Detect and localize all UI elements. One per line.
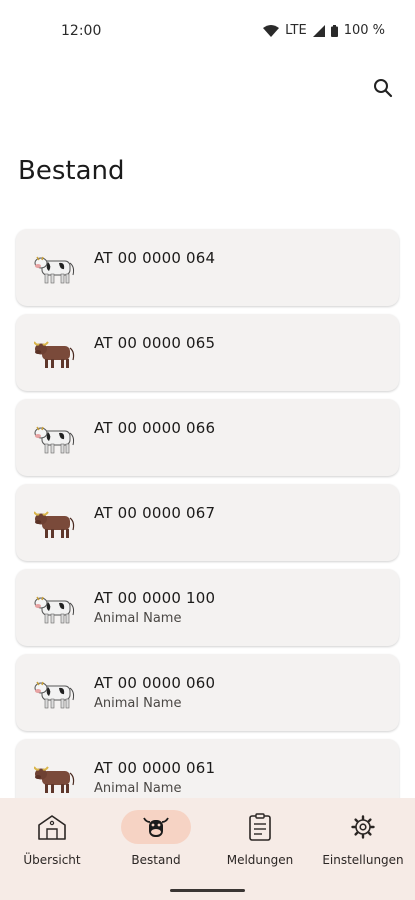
bull-icon [34,511,75,538]
bottom-navigation: Übersicht Bestand Meldungen Einstellunge… [0,798,415,900]
cow-icon [34,256,75,284]
nav-label: Bestand [131,853,181,867]
animal-name: Animal Name [94,611,182,626]
nav-label: Meldungen [226,853,294,867]
cow-icon [34,426,75,454]
battery-icon [330,24,338,37]
nav-item-meldungen[interactable]: Meldungen [208,798,312,900]
nav-item-uebersicht[interactable]: Übersicht [0,798,104,900]
wifi-icon [263,24,280,37]
animal-name: Animal Name [94,696,182,711]
animal-list: AT 00 0000 064 AT 00 0000 065 AT 00 0000… [16,229,399,824]
animal-tag: AT 00 0000 060 [94,674,216,692]
search-button[interactable] [369,74,397,102]
animal-tag: AT 00 0000 065 [94,334,216,352]
page-title: Bestand [18,156,125,186]
nav-item-einstellungen[interactable]: Einstellungen [311,798,415,900]
signal-icon [312,24,325,37]
nav-label: Übersicht [23,853,81,867]
status-time: 12:00 [61,23,102,39]
search-icon [374,79,393,98]
gear-icon [351,815,375,839]
animal-card[interactable]: AT 00 0000 067 [16,484,399,561]
animal-card[interactable]: AT 00 0000 065 [16,314,399,391]
status-bar: 12:00 LTE 100 % [0,0,415,64]
home-indicator[interactable] [170,889,245,892]
barn-icon [38,815,66,840]
battery-level: 100 % [343,23,385,38]
bull-icon [34,766,75,793]
animal-card[interactable]: AT 00 0000 066 [16,399,399,476]
animal-name: Animal Name [94,781,182,796]
status-icons: LTE 100 % [263,23,385,38]
animal-tag: AT 00 0000 066 [94,419,216,437]
animal-card[interactable]: AT 00 0000 100 Animal Name [16,569,399,646]
animal-tag: AT 00 0000 100 [94,589,216,607]
nav-item-bestand[interactable]: Bestand [104,798,208,900]
nav-label: Einstellungen [322,853,404,867]
animal-tag: AT 00 0000 064 [94,249,216,267]
bull-icon [34,341,75,368]
animal-tag: AT 00 0000 067 [94,504,216,522]
animal-card[interactable]: AT 00 0000 060 Animal Name [16,654,399,731]
cow-face-icon [143,817,169,837]
clipboard-icon [249,813,271,841]
animal-tag: AT 00 0000 061 [94,759,216,777]
network-type: LTE [285,23,307,38]
cow-icon [34,681,75,709]
animal-card[interactable]: AT 00 0000 064 [16,229,399,306]
cow-icon [34,596,75,624]
